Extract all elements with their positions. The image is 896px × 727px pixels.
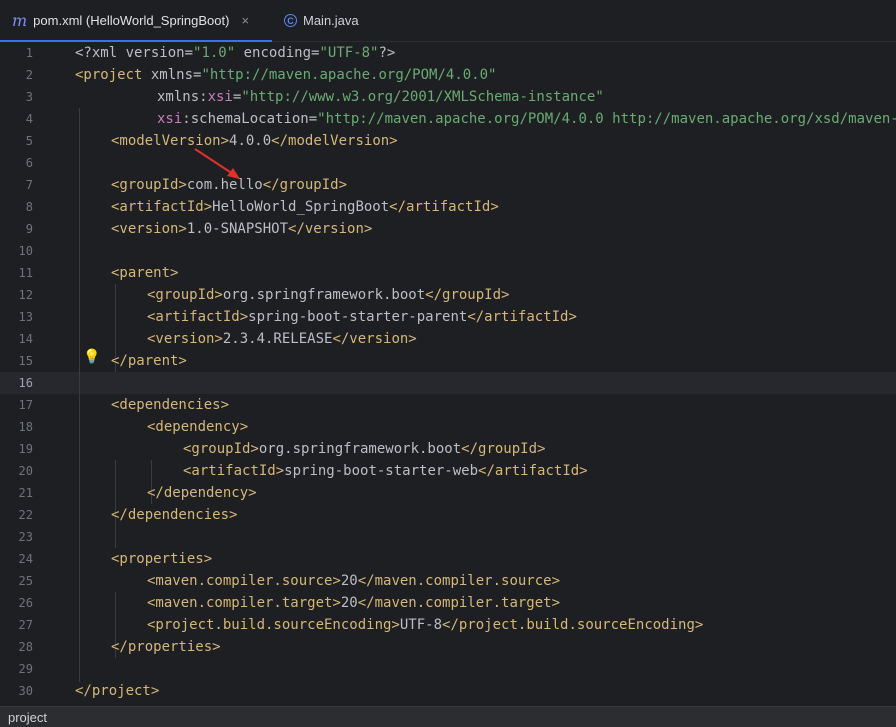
breadcrumb-bar: project [0, 706, 896, 727]
tab-label: pom.xml (HelloWorld_SpringBoot) [33, 13, 230, 28]
java-class-icon: C [284, 14, 297, 27]
maven-m-icon: m [12, 11, 28, 30]
tab-main-java[interactable]: C Main.java [272, 0, 382, 41]
editor-tab-bar: m pom.xml (HelloWorld_SpringBoot) × C Ma… [0, 0, 896, 42]
annotation-arrow-icon [194, 148, 240, 179]
close-icon[interactable]: × [241, 13, 249, 28]
code-editor[interactable]: 1 2 3 4 5 6 7 8 9 10 11 12 13 14 15 16 17 18 19 20 21 22 23 24 2… [0, 42, 896, 706]
tab-pom-xml[interactable]: m pom.xml (HelloWorld_SpringBoot) × [0, 0, 272, 42]
breadcrumb-project[interactable]: project [8, 710, 47, 725]
tab-label: Main.java [303, 13, 359, 28]
